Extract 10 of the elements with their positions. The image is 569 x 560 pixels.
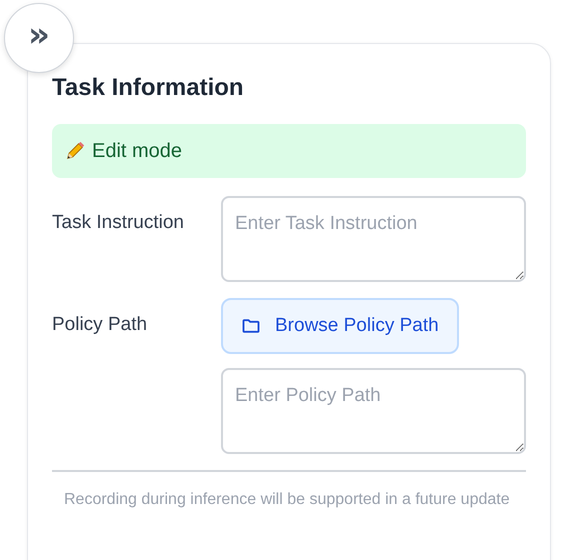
text-area[interactable]: Enter Policy Path	[221, 368, 526, 454]
info-note: Recording during inference will be supported in a future update	[63, 490, 511, 510]
field-label: Task Instruction	[52, 211, 185, 235]
text-area[interactable]: Enter Task Instruction	[221, 196, 526, 282]
expand-button[interactable]: »	[4, 3, 74, 73]
pencil-icon	[64, 140, 86, 162]
banner-text: Edit mode	[92, 140, 182, 162]
card-title: Task Information	[52, 74, 245, 102]
field-label: Policy Path	[52, 313, 148, 337]
browse-button[interactable]: Browse Policy Path	[221, 298, 459, 354]
